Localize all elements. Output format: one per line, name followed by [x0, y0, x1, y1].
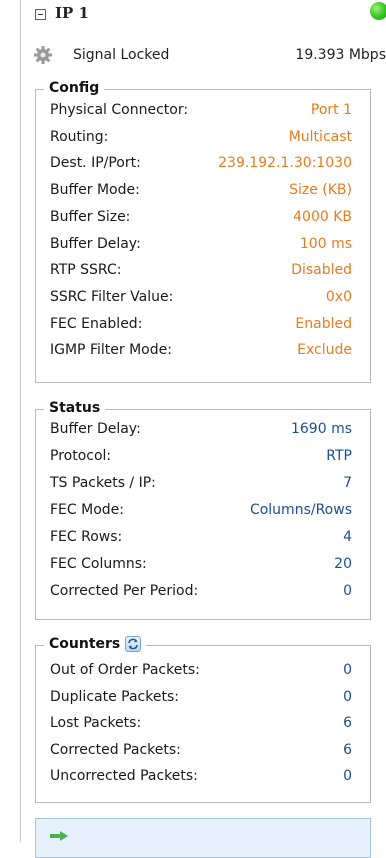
status-row: Buffer Delay: 1690 ms	[50, 421, 352, 443]
config-row-label: Routing:	[50, 128, 109, 145]
config-row-label: Buffer Mode:	[50, 182, 140, 199]
status-row-label: FEC Columns:	[50, 556, 147, 572]
config-row-value: Disabled	[291, 262, 352, 279]
config-row-label: Buffer Delay:	[50, 235, 141, 252]
counters-row: Duplicate Packets: 0	[50, 689, 352, 711]
status-indicator-icon	[370, 2, 386, 20]
status-row-label: Buffer Delay:	[50, 421, 141, 437]
config-row-value: Enabled	[295, 315, 352, 332]
counters-row: Uncorrected Packets: 0	[50, 768, 352, 790]
status-title: Status	[49, 400, 101, 416]
config-title: Config	[49, 80, 100, 96]
signal-row: Signal Locked 19.393 Mbps	[0, 42, 386, 68]
counters-row-value: 0	[343, 688, 352, 705]
config-row-label: Buffer Size:	[50, 208, 131, 225]
counters-row-value: 0	[343, 768, 352, 784]
config-row: Physical Connector: Port 1	[50, 102, 352, 124]
status-row-value: 0	[343, 583, 352, 599]
config-group: Config Physical Connector: Port 1 Routing:…	[35, 80, 371, 383]
signal-rate: 19.393 Mbps	[295, 47, 386, 63]
counters-row-label: Uncorrected Packets:	[50, 768, 198, 784]
config-row: Buffer Size: 4000 KB	[50, 209, 352, 231]
config-row-value: 239.192.1.30:1030	[218, 155, 352, 172]
config-row-label: Physical Connector:	[50, 102, 189, 118]
counters-legend: Counters	[44, 636, 147, 652]
counters-row-label: Corrected Packets:	[50, 741, 181, 758]
config-row: SSRC Filter Value: 0x0	[50, 289, 352, 311]
panel-title: IP 1	[55, 4, 89, 22]
status-row: TS Packets / IP: 7	[50, 475, 352, 497]
counters-row-value: 6	[343, 741, 352, 758]
counters-row-value: 6	[343, 715, 352, 731]
status-row: FEC Rows: 4	[50, 529, 352, 551]
next-panel[interactable]	[35, 818, 371, 858]
counters-title: Counters	[49, 636, 121, 652]
config-row: IGMP Filter Mode: Exclude	[50, 342, 352, 364]
config-row-value: 4000 KB	[293, 208, 352, 225]
config-legend: Config	[44, 80, 105, 96]
config-row-value: Size (KB)	[289, 182, 352, 199]
status-row-label: FEC Mode:	[50, 502, 124, 518]
config-row-label: IGMP Filter Mode:	[50, 342, 172, 359]
counters-group: Counters Out of Order Packets: 0 Duplicate…	[35, 636, 371, 803]
counters-row-value: 0	[343, 662, 352, 678]
ip-panel-header: IP 1	[0, 0, 386, 30]
config-row-value: 0x0	[325, 288, 352, 305]
status-row-value: 20	[334, 556, 352, 572]
status-row-value: 1690 ms	[290, 421, 352, 437]
status-row: Protocol: RTP	[50, 448, 352, 470]
counters-row-label: Duplicate Packets:	[50, 688, 179, 705]
status-row-label: TS Packets / IP:	[50, 475, 156, 491]
status-row-label: Corrected Per Period:	[50, 583, 199, 599]
status-row-value: 7	[343, 475, 352, 491]
counters-row-label: Lost Packets:	[50, 715, 142, 731]
config-row-value: Port 1	[310, 102, 352, 118]
arrow-icon	[50, 831, 68, 841]
signal-status: Signal Locked	[73, 47, 170, 63]
status-row: FEC Columns: 20	[50, 556, 352, 578]
counters-row: Lost Packets: 6	[50, 715, 352, 737]
config-row: Routing: Multicast	[50, 129, 352, 151]
config-row-value: Exclude	[297, 342, 352, 359]
counters-row: Out of Order Packets: 0	[50, 662, 352, 684]
config-row-label: SSRC Filter Value:	[50, 288, 174, 305]
status-row-label: FEC Rows:	[50, 529, 123, 545]
status-row-value: Columns/Rows	[249, 502, 352, 518]
counters-row-label: Out of Order Packets:	[50, 662, 200, 678]
config-row: Dest. IP/Port: 239.192.1.30:1030	[50, 155, 352, 177]
config-row-label: Dest. IP/Port:	[50, 155, 141, 172]
config-row-label: FEC Enabled:	[50, 315, 143, 332]
config-row: FEC Enabled: Enabled	[50, 316, 352, 338]
collapse-toggle-icon[interactable]	[35, 9, 46, 20]
status-row-label: Protocol:	[50, 448, 112, 464]
refresh-icon[interactable]	[125, 636, 142, 652]
config-row-value: 100 ms	[299, 235, 352, 252]
gear-icon	[34, 46, 52, 64]
config-row: RTP SSRC: Disabled	[50, 262, 352, 284]
left-divider	[20, 0, 21, 842]
status-row: FEC Mode: Columns/Rows	[50, 502, 352, 524]
status-group: Status Buffer Delay: 1690 ms Protocol: RTP T…	[35, 400, 371, 620]
config-row-value: Multicast	[288, 128, 352, 145]
config-row: Buffer Mode: Size (KB)	[50, 182, 352, 204]
status-row-value: 4	[343, 529, 352, 545]
counters-row: Corrected Packets: 6	[50, 742, 352, 764]
config-row: Buffer Delay: 100 ms	[50, 236, 352, 258]
status-row: Corrected Per Period: 0	[50, 583, 352, 605]
status-row-value: RTP	[326, 448, 352, 464]
status-legend: Status	[44, 400, 106, 416]
config-row-label: RTP SSRC:	[50, 262, 122, 279]
